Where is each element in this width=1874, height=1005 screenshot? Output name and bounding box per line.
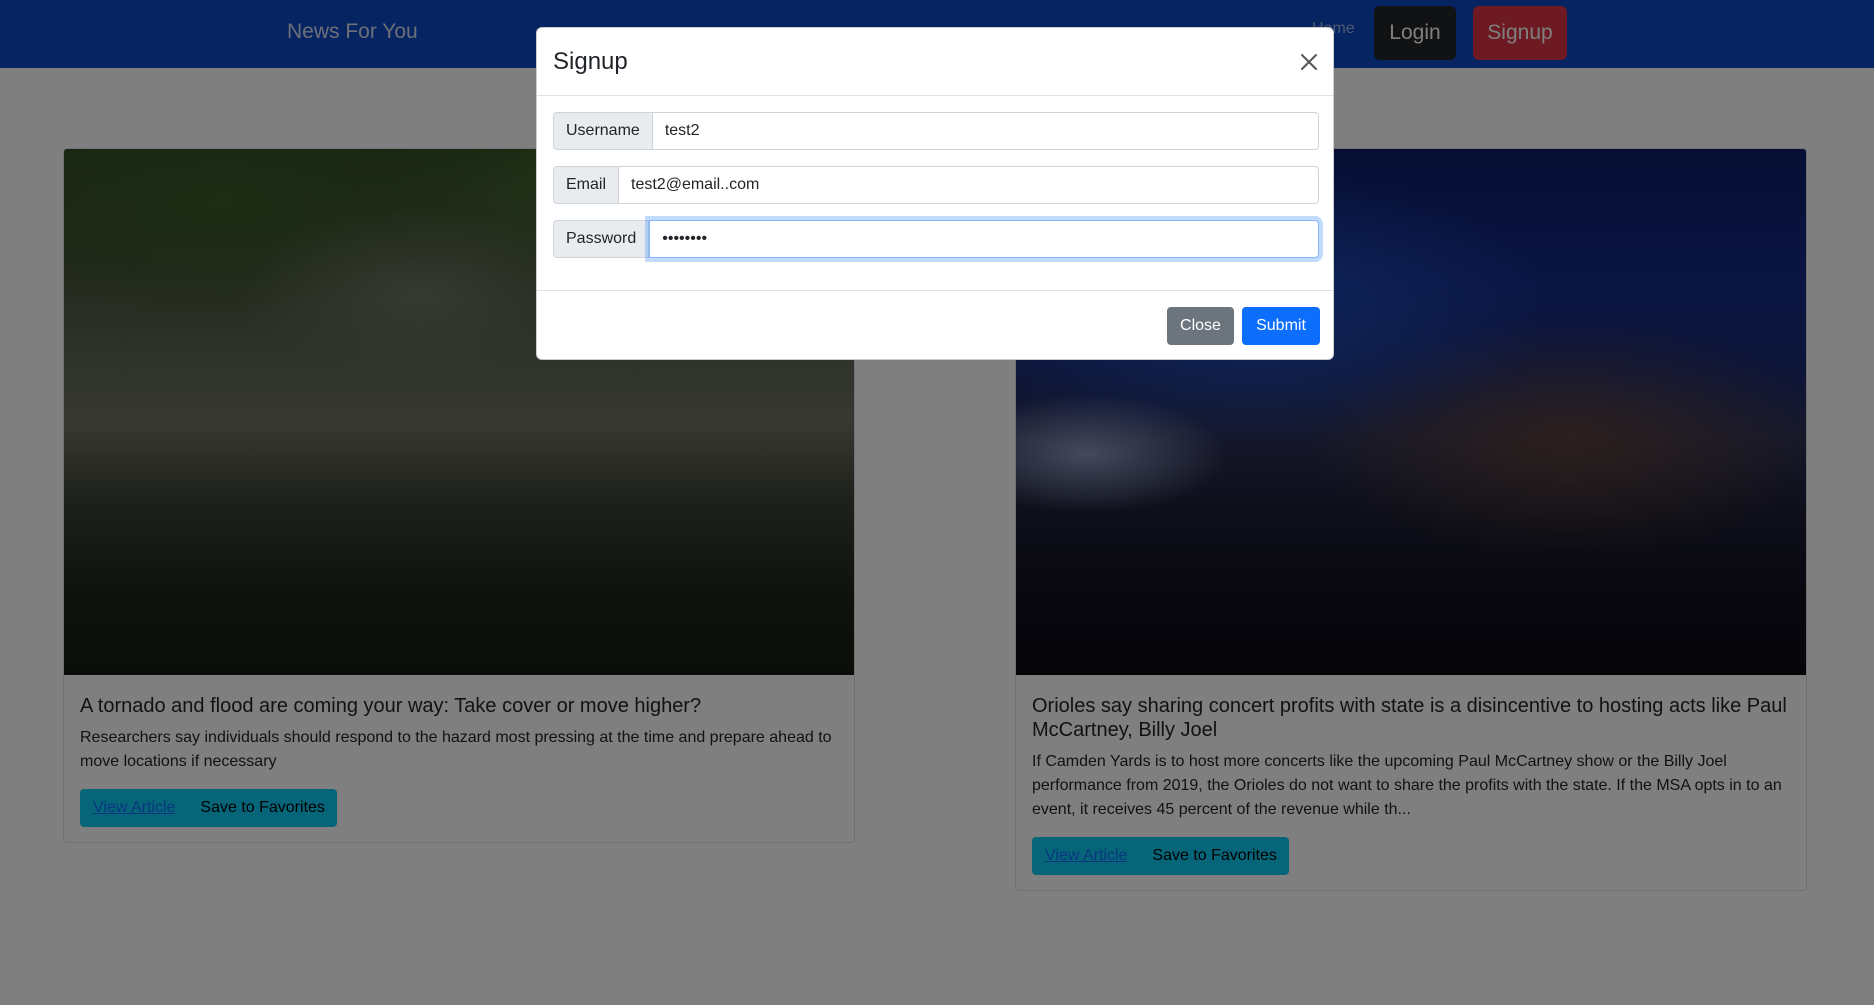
modal-title: Signup <box>553 48 628 75</box>
email-group: Email <box>553 166 1319 204</box>
email-field[interactable] <box>619 166 1319 204</box>
signup-modal: Signup Username Email Password Close Sub… <box>536 27 1334 360</box>
password-label: Password <box>553 220 650 258</box>
email-label: Email <box>553 166 620 204</box>
submit-button[interactable]: Submit <box>1242 307 1320 345</box>
close-button[interactable]: Close <box>1167 307 1234 345</box>
username-label: Username <box>553 112 653 150</box>
close-icon[interactable] <box>1297 50 1321 74</box>
modal-footer: Close Submit <box>537 290 1333 360</box>
username-group: Username <box>553 112 1319 150</box>
username-field[interactable] <box>652 112 1319 150</box>
password-field[interactable] <box>649 220 1319 258</box>
password-group: Password <box>553 220 1319 258</box>
modal-header: Signup <box>537 28 1333 96</box>
